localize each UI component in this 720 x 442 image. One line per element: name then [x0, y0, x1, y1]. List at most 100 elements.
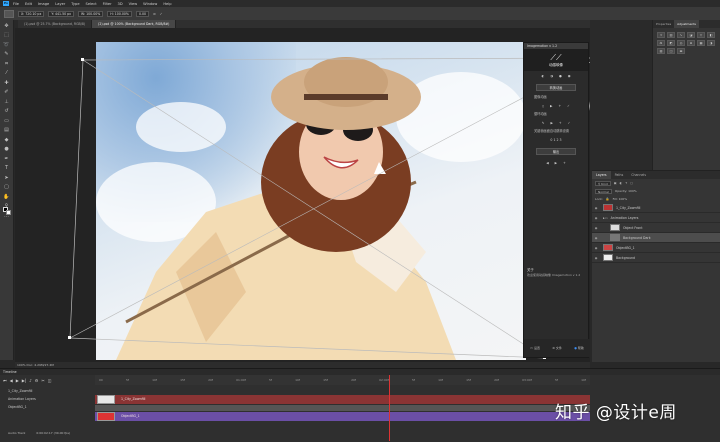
y-field[interactable]: Y: 441.50 px [48, 10, 75, 17]
menu-help[interactable]: Help [163, 2, 171, 6]
shape-tool-icon[interactable]: ▢ [3, 183, 11, 191]
healing-tool-icon[interactable]: ✚ [3, 79, 11, 87]
filter-type-icon[interactable]: T [625, 181, 627, 185]
audio-icon[interactable]: ♪ [29, 378, 32, 383]
menu-select[interactable]: Select [86, 2, 97, 6]
eye-icon[interactable]: ◉ [592, 206, 600, 210]
tab-paths[interactable]: Paths [611, 171, 628, 179]
vibrance-icon[interactable]: ▽ [697, 32, 705, 38]
layer-row[interactable]: ◉ Object Front [592, 223, 720, 233]
settings-button[interactable]: ▭ 设置 [530, 346, 540, 350]
mode-icon-4[interactable]: ◉ [568, 74, 571, 78]
clip-group[interactable] [95, 405, 590, 411]
check-icon[interactable]: ✓ [567, 104, 570, 108]
gradient-tool-icon[interactable]: ▤ [3, 126, 11, 134]
width-field[interactable]: W: 100.00% [78, 10, 104, 17]
layer-row[interactable]: ◉ 1_City_Zoomfill [592, 203, 720, 213]
opacity-field[interactable]: Opacity: 100% [615, 189, 637, 193]
eye-icon[interactable]: ◉ [592, 216, 600, 220]
play-icon[interactable]: ▶ [550, 121, 552, 125]
photo-filter-icon[interactable]: ◎ [677, 40, 685, 46]
type-tool-icon[interactable]: T [3, 164, 11, 172]
pen-icon[interactable]: ✎ [542, 121, 545, 125]
mode-icon-1[interactable]: ◐ [541, 74, 544, 78]
add-icon[interactable]: + [558, 104, 561, 108]
tab-layers[interactable]: Layers [592, 171, 611, 179]
color-balance-icon[interactable]: ⚖ [657, 40, 665, 46]
brightness-icon[interactable]: ☼ [657, 32, 665, 38]
menu-file[interactable]: File [13, 2, 19, 6]
pen-tool-icon[interactable]: ✒ [3, 155, 11, 163]
menu-filter[interactable]: Filter [103, 2, 112, 6]
filter-pixel-icon[interactable]: ▣ [614, 181, 617, 185]
transition-icon[interactable]: ◫ [48, 378, 52, 383]
eye-icon[interactable]: ◉ [592, 256, 600, 260]
cancel-transform-icon[interactable]: ⊘ [153, 12, 156, 16]
layer-row[interactable]: ◉ ObjectBG_1 [592, 243, 720, 253]
path-select-tool-icon[interactable]: ➤ [3, 174, 11, 182]
filter-shape-icon[interactable]: ▢ [630, 181, 633, 185]
threshold-icon[interactable]: ◫ [667, 48, 675, 54]
rewind-icon[interactable]: ◀ [546, 161, 548, 165]
clip-purple[interactable]: ObjectBG_1 [95, 412, 590, 421]
mode-icon-2[interactable]: ◑ [550, 74, 553, 78]
quick-select-tool-icon[interactable]: ✎ [3, 50, 11, 58]
tab-channels[interactable]: Channels [627, 171, 650, 179]
clip-red[interactable]: 1_City_Zoomfill [95, 395, 590, 404]
layer-kind-filter[interactable]: ⚲ Kind [595, 180, 611, 186]
menu-image[interactable]: Image [38, 2, 49, 6]
eraser-tool-icon[interactable]: ▭ [3, 117, 11, 125]
tab-document-2[interactable]: (2).psd @ 100% (Background Dark, RGB/8#) [92, 20, 177, 28]
layer-row[interactable]: ◉ ▸▭ Animation Layers [592, 213, 720, 223]
hue-icon[interactable]: ◧ [707, 32, 715, 38]
track-label[interactable]: ObjectBG_1 [0, 403, 95, 411]
transform-bounding-box[interactable] [15, 28, 590, 362]
play-animation-button[interactable]: 转换动画 [536, 84, 576, 91]
invert-icon[interactable]: ◑ [707, 40, 715, 46]
crop-tool-icon[interactable]: ⌗ [3, 60, 11, 68]
tab-document-1[interactable]: (1).psd @ 25.7% (Background, RGB/8) [18, 20, 93, 28]
keyframe-values[interactable]: 0 1 2 3 [524, 135, 588, 145]
angle-field[interactable]: 0.00 [135, 10, 150, 17]
eyedropper-tool-icon[interactable]: ⁄ [3, 69, 11, 77]
menu-edit[interactable]: Edit [25, 2, 32, 6]
x-field[interactable]: X: 720.10 px [18, 10, 45, 17]
levels-icon[interactable]: ▥ [667, 32, 675, 38]
first-frame-icon[interactable]: ⏮ [3, 378, 7, 383]
exposure-icon[interactable]: ◪ [687, 32, 695, 38]
eye-icon[interactable]: ◉ [592, 226, 600, 230]
fill-field[interactable]: Fill: 100% [613, 197, 628, 201]
next-frame-icon[interactable]: ▶| [22, 378, 26, 383]
hand-tool-icon[interactable]: ✋ [3, 193, 11, 201]
tab-properties[interactable]: Properties [653, 20, 674, 28]
mode-icon-3[interactable]: ● [559, 74, 562, 78]
menu-type[interactable]: Type [71, 2, 79, 6]
timeline-ruler[interactable]: 00 5f 10f 15f 20f 01:00f 5f 10f 15f 20f … [95, 375, 590, 385]
eye-icon[interactable]: ◉ [592, 246, 600, 250]
play-icon[interactable]: ▶ [550, 104, 552, 108]
lock-icon[interactable]: 🔒 [606, 197, 610, 201]
commit-transform-icon[interactable]: ✓ [160, 12, 163, 16]
height-field[interactable]: H: 100.00% [107, 10, 132, 17]
play-icon[interactable]: ▶ [555, 161, 557, 165]
background-color[interactable] [6, 210, 11, 215]
menu-3d[interactable]: 3D [118, 2, 123, 6]
marquee-tool-icon[interactable]: ⬚ [3, 31, 11, 39]
bw-icon[interactable]: ◩ [667, 40, 675, 46]
prev-frame-icon[interactable]: ◀ [10, 378, 13, 383]
frame-icon[interactable]: ▯ [542, 104, 544, 108]
channel-mixer-icon[interactable]: ⊕ [687, 40, 695, 46]
export-button[interactable]: 输出 [536, 148, 576, 155]
track-label[interactable]: 1_City_Zoomfill [0, 387, 95, 395]
lasso-tool-icon[interactable]: ➰ [3, 41, 11, 49]
layer-row[interactable]: ◉ Background Dark [592, 233, 720, 243]
add-icon[interactable]: + [559, 121, 562, 125]
menu-window[interactable]: Window [143, 2, 157, 6]
add-icon[interactable]: + [563, 161, 566, 165]
layer-row[interactable]: ◉ Background [592, 253, 720, 263]
history-brush-tool-icon[interactable]: ↺ [3, 107, 11, 115]
track-label[interactable]: Animation Layers [0, 395, 95, 403]
filter-adjust-icon[interactable]: ◐ [620, 181, 623, 185]
blur-tool-icon[interactable]: ◆ [3, 136, 11, 144]
color-swatches[interactable] [3, 207, 11, 215]
